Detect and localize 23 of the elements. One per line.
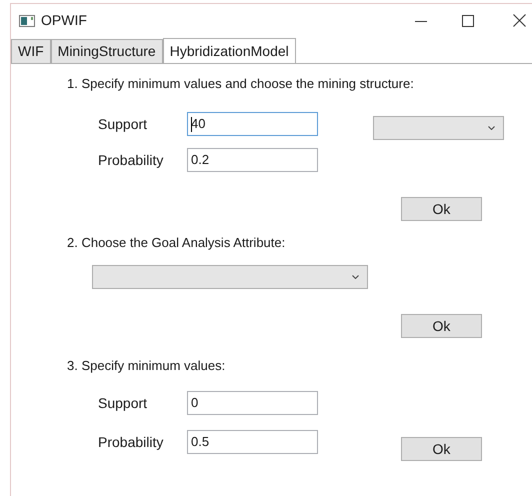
field-label: Probability	[98, 432, 164, 452]
tab[interactable]: WIF	[11, 39, 51, 63]
window-title: OPWIF	[41, 11, 87, 30]
tab[interactable]: HybridizationModel	[162, 38, 296, 64]
ok-button[interactable]: Ok	[401, 197, 482, 221]
section-heading: 1. Specify minimum values and choose the mining structure:	[67, 75, 415, 93]
chevron-down-icon	[488, 126, 495, 130]
field-label: Probability	[98, 150, 164, 170]
app-icon	[19, 14, 35, 26]
maximize-icon[interactable]	[462, 14, 474, 26]
tab[interactable]: MiningStructure	[50, 39, 163, 63]
ok-button[interactable]: Ok	[401, 314, 482, 338]
field-label: Support	[98, 394, 148, 413]
close-icon[interactable]	[513, 14, 526, 27]
input-field[interactable]: 0.5	[187, 430, 318, 454]
section-heading: 3. Specify minimum values:	[67, 357, 226, 375]
input-field[interactable]: 0.2	[187, 148, 318, 172]
input-field[interactable]: 0	[187, 391, 318, 415]
input-field[interactable]: 40	[187, 112, 318, 136]
ok-button[interactable]: Ok	[401, 437, 482, 461]
section-heading: 2. Choose the Goal Analysis Attribute:	[67, 234, 286, 252]
field-label: Support	[98, 114, 148, 134]
chevron-down-icon	[352, 275, 359, 279]
